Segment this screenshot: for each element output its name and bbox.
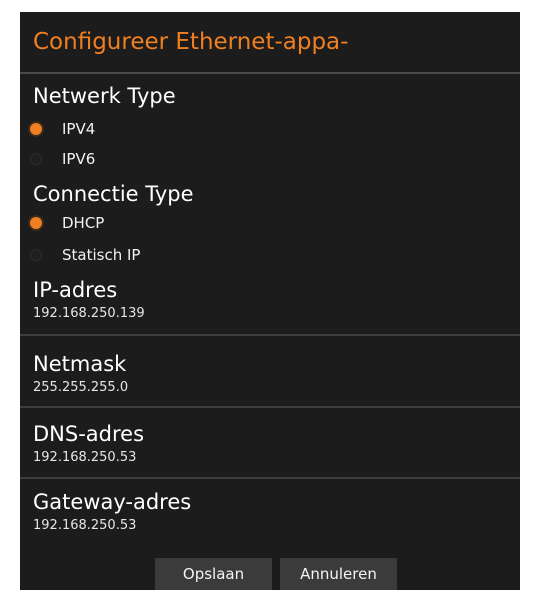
ip-address-value: 192.168.250.139 bbox=[33, 306, 145, 321]
save-button[interactable]: Opslaan bbox=[155, 558, 272, 590]
connection-type-heading: Connectie Type bbox=[33, 182, 194, 206]
radio-static-ip-label: Statisch IP bbox=[62, 246, 141, 264]
ethernet-config-dialog: Configureer Ethernet-appa- Netwerk Type … bbox=[20, 12, 520, 590]
netmask-field[interactable]: Netmask 255.255.255.0 bbox=[20, 352, 520, 395]
radio-selected-icon bbox=[30, 217, 42, 229]
dns-address-label: DNS-adres bbox=[33, 422, 145, 446]
dialog-title: Configureer Ethernet-appa- bbox=[33, 29, 349, 55]
ip-address-label: IP-adres bbox=[33, 278, 118, 302]
radio-ipv6[interactable]: IPV6 bbox=[30, 146, 95, 172]
netmask-label: Netmask bbox=[33, 352, 127, 376]
gateway-address-label: Gateway-adres bbox=[33, 490, 192, 514]
gateway-address-field[interactable]: Gateway-adres 192.168.250.53 bbox=[20, 490, 520, 533]
radio-ipv4[interactable]: IPV4 bbox=[30, 116, 95, 142]
divider bbox=[20, 406, 520, 408]
ip-address-field[interactable]: IP-adres 192.168.250.139 bbox=[20, 278, 520, 321]
dialog-titlebar: Configureer Ethernet-appa- bbox=[20, 12, 520, 74]
dns-address-value: 192.168.250.53 bbox=[33, 450, 137, 465]
radio-unselected-icon bbox=[30, 153, 42, 165]
radio-static-ip[interactable]: Statisch IP bbox=[30, 242, 140, 268]
gateway-address-value: 192.168.250.53 bbox=[33, 518, 137, 533]
netmask-value: 255.255.255.0 bbox=[33, 380, 129, 395]
dns-address-field[interactable]: DNS-adres 192.168.250.53 bbox=[20, 422, 520, 465]
radio-ipv6-label: IPV6 bbox=[62, 150, 96, 168]
divider bbox=[20, 334, 520, 336]
divider bbox=[20, 477, 520, 479]
cancel-button[interactable]: Annuleren bbox=[280, 558, 397, 590]
network-type-heading: Netwerk Type bbox=[33, 84, 176, 108]
radio-ipv4-label: IPV4 bbox=[62, 120, 96, 138]
radio-selected-icon bbox=[30, 123, 42, 135]
radio-unselected-icon bbox=[30, 249, 42, 261]
radio-dhcp[interactable]: DHCP bbox=[30, 210, 104, 236]
radio-dhcp-label: DHCP bbox=[62, 214, 105, 232]
